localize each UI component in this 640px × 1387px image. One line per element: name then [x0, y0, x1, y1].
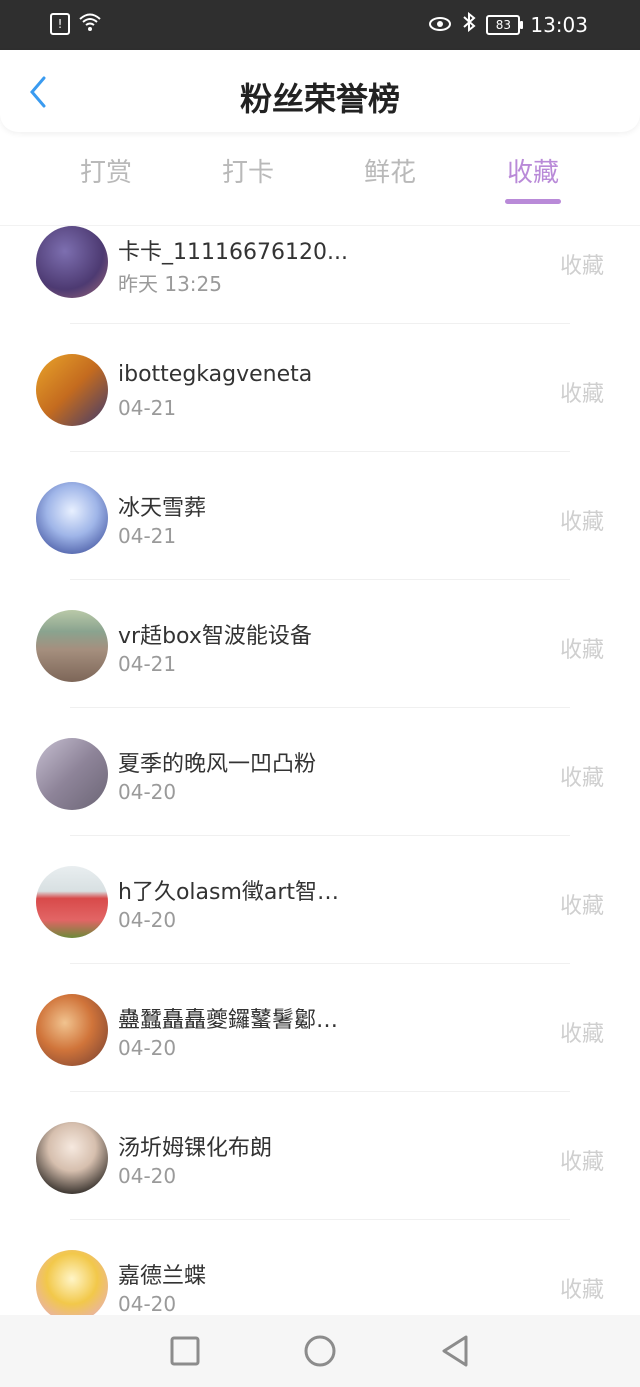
avatar [36, 866, 108, 938]
tab-favorites[interactable]: 收藏 [483, 152, 583, 189]
list-item[interactable]: 蠱蠶矗矗夔鑼鼜鬐酁… 04-20 收藏 [0, 964, 640, 1092]
timestamp: 04-21 [118, 396, 177, 420]
user-name: 卡卡_11116676120... [118, 240, 348, 265]
favorite-label: 收藏 [559, 510, 604, 535]
wifi-icon [78, 12, 102, 36]
timestamp: 04-20 [118, 1164, 177, 1188]
list-item[interactable]: 卡卡_11116676120... 昨天 13:25 收藏 [0, 226, 640, 324]
avatar [36, 226, 108, 298]
timestamp: 04-20 [118, 1292, 177, 1316]
status-icons-right: 83 13:03 [428, 11, 588, 37]
favorite-label: 收藏 [559, 254, 604, 279]
back-nav-button[interactable] [438, 1333, 474, 1369]
fan-list: 卡卡_11116676120... 昨天 13:25 收藏 ibottegkag… [0, 225, 640, 1316]
user-name: vr趏box智波能设备 [118, 624, 312, 649]
favorite-label: 收藏 [559, 1278, 604, 1303]
list-item[interactable]: ibottegkagveneta 04-21 收藏 [0, 324, 640, 452]
favorite-label: 收藏 [559, 1022, 604, 1047]
avatar [36, 610, 108, 682]
avatar [36, 738, 108, 810]
avatar [36, 354, 108, 426]
status-bar: ! 83 13:03 [0, 0, 640, 50]
user-name: ibottegkagveneta [118, 362, 313, 387]
tab-bar: 打赏 打卡 鲜花 收藏 [0, 140, 640, 220]
list-item[interactable]: vr趏box智波能设备 04-21 收藏 [0, 580, 640, 708]
page-title: 粉丝荣誉榜 [239, 80, 400, 118]
timestamp: 04-21 [118, 524, 177, 548]
favorite-label: 收藏 [559, 894, 604, 919]
alert-icon: ! [50, 13, 70, 35]
active-tab-indicator [505, 199, 561, 204]
home-button[interactable] [302, 1333, 338, 1369]
user-name: 冰天雪葬 [118, 496, 207, 521]
timestamp: 04-21 [118, 652, 177, 676]
avatar [36, 994, 108, 1066]
avatar [36, 482, 108, 554]
recents-button[interactable] [167, 1333, 203, 1369]
list-item[interactable]: 冰天雪葬 04-21 收藏 [0, 452, 640, 580]
status-time: 13:03 [530, 12, 588, 37]
timestamp: 04-20 [118, 780, 177, 804]
square-icon [170, 1336, 200, 1366]
user-name: 夏季的晚风一凹凸粉 [118, 752, 317, 777]
user-name: 蠱蠶矗矗夔鑼鼜鬐酁… [118, 1008, 339, 1033]
circle-icon [304, 1335, 336, 1367]
user-name: h了久olasm徵art智… [118, 880, 340, 905]
user-name: 嘉德兰蝶 [118, 1264, 207, 1289]
timestamp: 04-20 [118, 1036, 177, 1060]
tab-flowers[interactable]: 鲜花 [340, 152, 440, 189]
eye-icon [428, 13, 452, 37]
avatar [36, 1122, 108, 1194]
favorite-label: 收藏 [559, 1150, 604, 1175]
timestamp: 04-20 [118, 908, 177, 932]
user-name: 汤圻姆锞化布朗 [118, 1136, 273, 1161]
list-item[interactable]: 嘉德兰蝶 04-20 收藏 [0, 1220, 640, 1316]
tab-tip[interactable]: 打赏 [56, 152, 156, 189]
system-nav-bar [0, 1315, 640, 1387]
list-item[interactable]: 汤圻姆锞化布朗 04-20 收藏 [0, 1092, 640, 1220]
avatar [36, 1250, 108, 1316]
favorite-label: 收藏 [559, 766, 604, 791]
bluetooth-icon [462, 11, 476, 37]
battery-icon: 83 [486, 14, 524, 35]
tab-checkin[interactable]: 打卡 [198, 152, 298, 189]
app-header: 粉丝荣誉榜 [0, 50, 640, 132]
list-item[interactable]: 夏季的晚风一凹凸粉 04-20 收藏 [0, 708, 640, 836]
triangle-back-icon [442, 1335, 468, 1367]
list-item[interactable]: h了久olasm徵art智… 04-20 收藏 [0, 836, 640, 964]
favorite-label: 收藏 [559, 638, 604, 663]
favorite-label: 收藏 [559, 382, 604, 407]
timestamp: 昨天 13:25 [118, 272, 222, 296]
status-icons-left: ! [50, 12, 102, 36]
